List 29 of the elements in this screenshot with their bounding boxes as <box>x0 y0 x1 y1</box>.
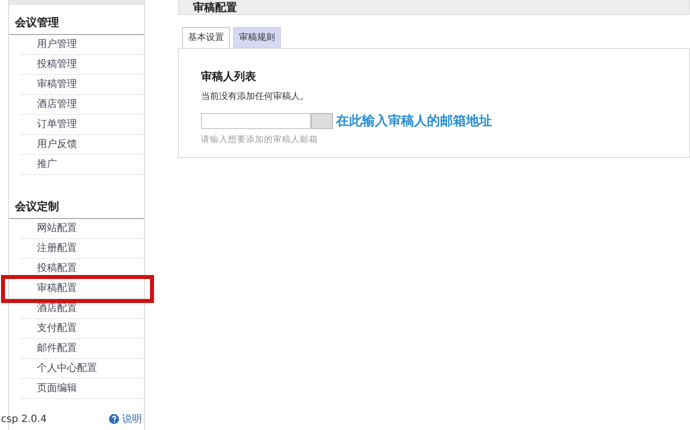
page-title: 审稿配置 <box>193 2 237 14</box>
empty-message: 当前没有添加任何审稿人。 <box>201 90 310 103</box>
add-button[interactable] <box>311 113 333 129</box>
sidebar-item[interactable]: 推广 <box>19 155 144 175</box>
sidebar-item[interactable]: 个人中心配置 <box>19 359 144 379</box>
sidebar-item[interactable]: 酒店配置 <box>19 299 144 319</box>
sidebar-item[interactable]: 审稿管理 <box>19 75 144 95</box>
hint-text: 请输入想要添加的审稿人邮箱 <box>201 134 319 146</box>
sidebar-item[interactable]: 支付配置 <box>19 319 144 339</box>
annotation-text: 在此输入审稿人的邮箱地址 <box>336 112 492 130</box>
sidebar-item[interactable]: 订单管理 <box>19 115 144 135</box>
section-heading: 会议管理 <box>9 9 144 35</box>
section-heading: 审稿人列表 <box>201 69 257 84</box>
section-heading: 会议定制 <box>9 193 144 219</box>
email-input-field[interactable] <box>201 113 311 129</box>
sidebar-item[interactable]: 用户反馈 <box>19 135 144 155</box>
help-icon <box>109 414 119 424</box>
sidebar-item[interactable]: 注册配置 <box>19 239 144 259</box>
sidebar-item[interactable]: 用户管理 <box>19 35 144 55</box>
version-label: csp 2.0.4 <box>1 414 47 424</box>
sidebar-item[interactable]: 网站配置 <box>19 219 144 239</box>
sidebar-item[interactable]: 投稿配置 <box>19 259 144 279</box>
sidebar-item[interactable]: 页面编辑 <box>19 379 144 399</box>
help-link[interactable]: 说明 <box>109 412 142 426</box>
sidebar-item[interactable]: 邮件配置 <box>19 339 144 359</box>
tab[interactable]: 审稿规则 <box>233 27 281 48</box>
sidebar-item[interactable]: 酒店管理 <box>19 95 144 115</box>
sidebar-item[interactable]: 投稿管理 <box>19 55 144 75</box>
tab[interactable]: 基本设置 <box>182 27 230 49</box>
